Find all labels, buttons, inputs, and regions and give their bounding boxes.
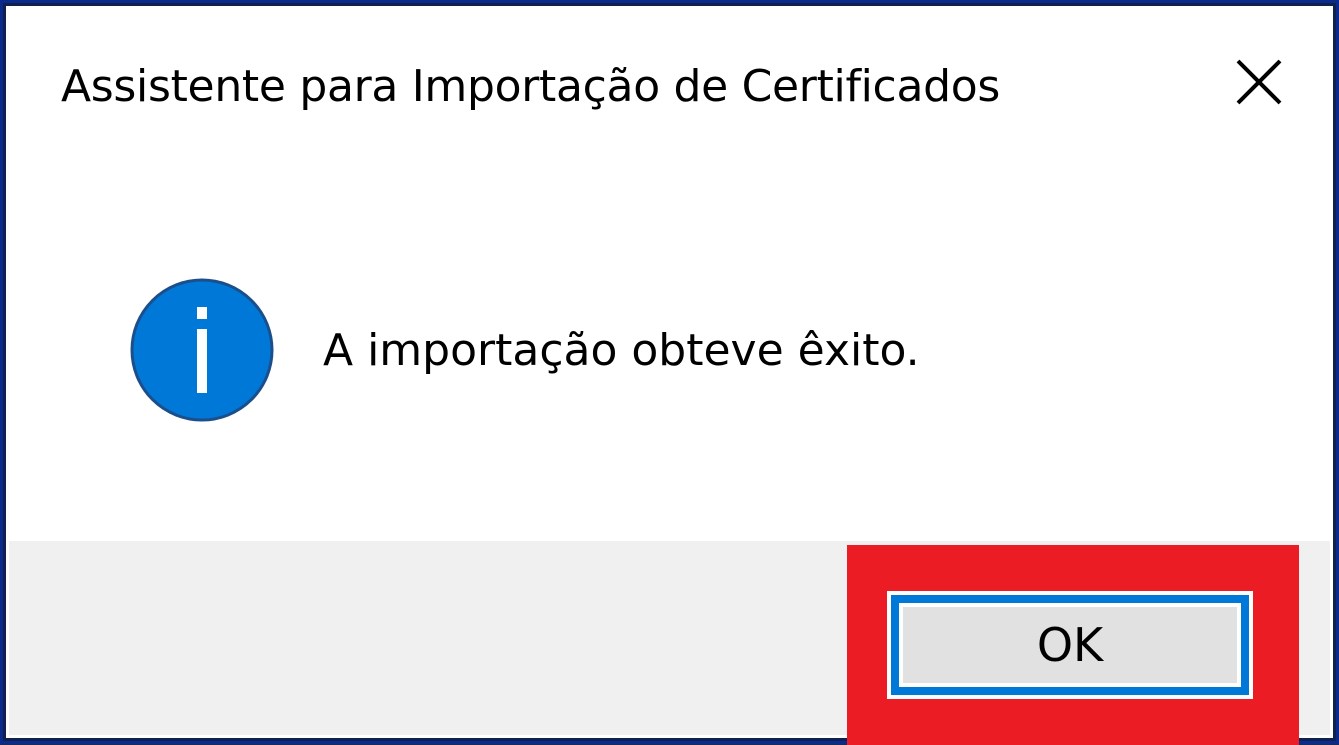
- close-icon: [1236, 59, 1282, 105]
- info-icon: [129, 277, 275, 423]
- dialog-title: Assistente para Importação de Certificad…: [61, 61, 1000, 112]
- dialog-message: A importação obteve êxito.: [323, 325, 920, 376]
- title-bar: Assistente para Importação de Certificad…: [9, 9, 1330, 169]
- highlight-box: OK: [847, 545, 1299, 745]
- ok-button[interactable]: OK: [887, 591, 1253, 699]
- dialog-footer: OK: [9, 541, 1330, 745]
- dialog-window: Assistente para Importação de Certificad…: [0, 0, 1339, 745]
- dialog-content: A importação obteve êxito.: [9, 169, 1330, 539]
- close-button[interactable]: [1224, 47, 1294, 117]
